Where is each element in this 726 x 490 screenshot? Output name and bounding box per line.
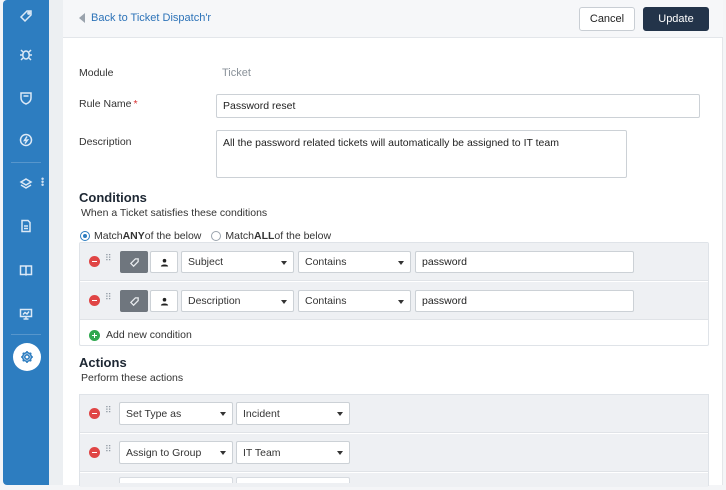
sidebar-divider <box>11 162 41 163</box>
condition-value-input[interactable]: password <box>415 290 634 312</box>
condition-field-value: Subject <box>188 256 224 268</box>
condition-field-select[interactable]: Description <box>181 290 294 312</box>
required-marker: * <box>133 98 138 110</box>
actions-box: ⠿ Set Type as Incident ⠿ Assign to Group… <box>79 394 709 487</box>
action-value-select[interactable]: IT Team <box>236 441 350 464</box>
match-any-bold: ANY <box>122 230 145 242</box>
tag-icon[interactable] <box>16 6 36 26</box>
condition-field-value: Description <box>188 295 241 307</box>
match-all-suffix: of the below <box>274 230 332 242</box>
sub-rail <box>49 0 63 485</box>
action-type-select[interactable]: Set Type as <box>119 402 233 425</box>
rule-name-label: Rule Name * <box>79 98 138 110</box>
action-type-value: Assign to Group <box>126 446 202 459</box>
condition-operator-value: Contains <box>305 256 347 268</box>
chevron-down-icon <box>337 412 343 416</box>
condition-row: ⠿ Subject Contains password <box>80 243 708 281</box>
drag-handle-icon[interactable]: ⠿ <box>105 293 114 306</box>
speed-icon[interactable] <box>16 130 36 150</box>
drag-handle-icon[interactable]: ⠿ <box>105 445 114 458</box>
match-any-suffix: of the below <box>144 230 202 242</box>
sidebar: • • • <box>3 0 49 485</box>
actions-subtitle: Perform these actions <box>81 372 184 384</box>
rule-name-input[interactable]: Password reset <box>216 94 700 118</box>
user-type-button[interactable] <box>150 290 178 312</box>
chevron-down-icon <box>281 261 287 265</box>
back-link-label: Back to Ticket Dispatch'r <box>91 12 212 24</box>
add-condition-button[interactable]: Add new condition <box>89 329 192 341</box>
chevron-down-icon <box>398 300 404 304</box>
more-dots-icon[interactable]: • • • <box>41 175 45 190</box>
condition-row: ⠿ Description Contains password <box>80 282 708 320</box>
chevron-down-icon <box>337 451 343 455</box>
action-type-value: Set Type as <box>126 407 182 420</box>
drag-handle-icon[interactable]: ⠿ <box>105 406 114 419</box>
monitor-icon[interactable] <box>16 304 36 324</box>
shield-icon[interactable] <box>16 88 36 108</box>
cancel-button[interactable]: Cancel <box>579 7 635 31</box>
chevron-down-icon <box>220 451 226 455</box>
rule-name-label-text: Rule Name <box>79 98 132 110</box>
action-value-select[interactable]: Incident <box>236 402 350 425</box>
condition-field-select[interactable]: Subject <box>181 251 294 273</box>
bug-icon[interactable] <box>16 44 36 64</box>
module-label: Module <box>79 67 114 79</box>
sidebar-divider <box>11 334 41 335</box>
action-row-partial <box>80 473 708 487</box>
remove-condition-icon[interactable] <box>89 295 100 306</box>
match-radio-group: Match ANY of the below Match ALL of the … <box>80 230 341 242</box>
app-frame: • • • Back to Ticket Dispatch'r Cancel Upd… <box>0 0 726 490</box>
chevron-down-icon <box>220 412 226 416</box>
match-any-prefix: Match <box>94 230 123 242</box>
module-value: Ticket <box>222 67 251 79</box>
radio-unselected-icon <box>211 231 222 241</box>
match-any-radio[interactable]: Match ANY of the below <box>80 230 201 242</box>
user-type-button[interactable] <box>150 251 178 273</box>
back-link[interactable]: Back to Ticket Dispatch'r <box>79 12 211 24</box>
remove-action-icon[interactable] <box>89 408 100 419</box>
main-panel: Back to Ticket Dispatch'r Cancel Update … <box>63 0 723 487</box>
settings-icon[interactable] <box>13 343 41 371</box>
back-caret-icon <box>79 13 85 23</box>
add-condition-label: Add new condition <box>106 329 192 341</box>
action-type-select[interactable]: Assign to Group <box>119 441 233 464</box>
match-all-bold: ALL <box>253 230 275 242</box>
action-type-select-partial[interactable] <box>119 477 233 483</box>
remove-condition-icon[interactable] <box>89 256 100 267</box>
condition-operator-select[interactable]: Contains <box>298 290 411 312</box>
report-icon[interactable] <box>16 216 36 236</box>
action-value: Incident <box>243 407 280 420</box>
tag-type-button[interactable] <box>120 290 148 312</box>
match-all-prefix: Match <box>225 230 254 242</box>
layers-icon[interactable] <box>16 174 36 194</box>
action-row: ⠿ Assign to Group IT Team <box>80 434 708 472</box>
chevron-down-icon <box>398 261 404 265</box>
action-value: IT Team <box>243 446 281 459</box>
update-button[interactable]: Update <box>643 7 709 31</box>
action-row: ⠿ Set Type as Incident <box>80 395 708 433</box>
tag-type-button[interactable] <box>120 251 148 273</box>
conditions-subtitle: When a Ticket satisfies these conditions <box>81 207 268 219</box>
actions-heading: Actions <box>79 355 127 370</box>
action-value-select-partial[interactable] <box>236 477 350 483</box>
remove-action-icon[interactable] <box>89 447 100 458</box>
condition-operator-value: Contains <box>305 295 347 307</box>
condition-value-input[interactable]: password <box>415 251 634 273</box>
description-textarea[interactable]: All the password related tickets will au… <box>216 130 627 178</box>
radio-selected-icon <box>80 231 90 241</box>
conditions-box: ⠿ Subject Contains password ⠿ Descriptio… <box>79 242 709 346</box>
top-bar: Back to Ticket Dispatch'r Cancel Update <box>63 0 723 38</box>
conditions-heading: Conditions <box>79 190 147 205</box>
book-icon[interactable] <box>16 260 36 280</box>
chevron-down-icon <box>281 300 287 304</box>
drag-handle-icon[interactable]: ⠿ <box>105 254 114 267</box>
add-icon <box>89 329 100 341</box>
description-label: Description <box>79 136 132 148</box>
condition-operator-select[interactable]: Contains <box>298 251 411 273</box>
match-all-radio[interactable]: Match ALL of the below <box>211 230 331 242</box>
